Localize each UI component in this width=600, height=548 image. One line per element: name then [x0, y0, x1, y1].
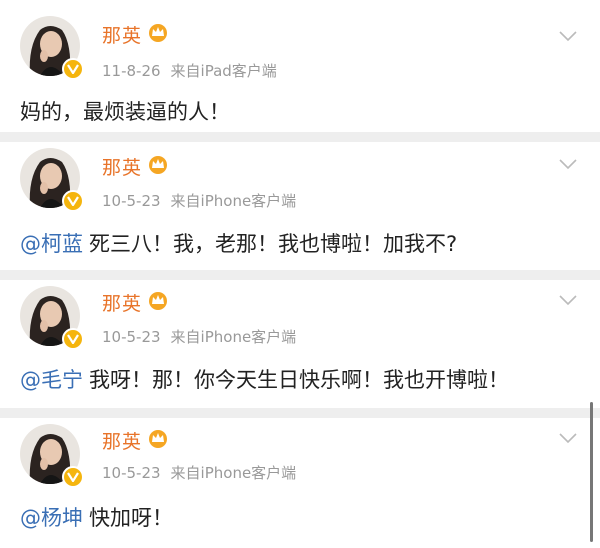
verified-v-icon [62, 328, 84, 350]
post-text: 死三八！我，老那！我也博啦！加我不? [89, 232, 458, 256]
post-source: 来自iPhone客户端 [170, 192, 297, 210]
post-date: 10-5-23 [102, 328, 161, 346]
crown-icon [146, 22, 170, 46]
mention-link[interactable]: @杨坤 [20, 506, 83, 530]
post-content: @杨坤 快加呀！ [20, 502, 173, 532]
mention-link[interactable]: @柯蓝 [20, 232, 83, 256]
crown-icon [146, 290, 170, 314]
post-source: 来自iPad客户端 [170, 62, 277, 80]
post-content: @毛宁 我呀！那！你今天生日快乐啊！我也开博啦！ [20, 364, 509, 394]
chevron-down-icon[interactable] [558, 430, 578, 444]
post-date: 11-8-26 [102, 62, 161, 80]
verified-v-icon [62, 466, 84, 488]
post-divider [0, 132, 600, 142]
post-card: 那英 11-8-26 来自iPad客户端 妈的，最烦装逼的人！ [0, 0, 600, 132]
mention-link[interactable]: @毛宁 [20, 368, 83, 392]
post-text: 妈的，最烦装逼的人！ [20, 100, 230, 124]
crown-icon [146, 428, 170, 452]
post-source: 来自iPhone客户端 [170, 328, 297, 346]
chevron-down-icon[interactable] [558, 292, 578, 306]
username[interactable]: 那英 [102, 21, 142, 48]
post-source: 来自iPhone客户端 [170, 464, 297, 482]
post-text: 我呀！那！你今天生日快乐啊！我也开博啦！ [89, 368, 509, 392]
chevron-down-icon[interactable] [558, 156, 578, 170]
post-card: 那英 10-5-23 来自iPhone客户端 @柯蓝 死三八！我，老那！我也博啦！加… [0, 142, 600, 270]
post-content: @柯蓝 死三八！我，老那！我也博啦！加我不? [20, 228, 457, 258]
crown-icon [146, 154, 170, 178]
post-date: 10-5-23 [102, 192, 161, 210]
chevron-down-icon[interactable] [558, 28, 578, 42]
post-text: 快加呀！ [89, 506, 173, 530]
post-date: 10-5-23 [102, 464, 161, 482]
username[interactable]: 那英 [102, 153, 142, 180]
verified-v-icon [62, 58, 84, 80]
post-card: 那英 10-5-23 来自iPhone客户端 @毛宁 我呀！那！你今天生日快乐啊！我… [0, 280, 600, 408]
post-card: 那英 10-5-23 来自iPhone客户端 @杨坤 快加呀！ [0, 418, 600, 548]
post-content: 妈的，最烦装逼的人！ [20, 96, 230, 126]
post-divider [0, 270, 600, 280]
verified-v-icon [62, 190, 84, 212]
username[interactable]: 那英 [102, 289, 142, 316]
post-divider [0, 408, 600, 418]
scrollbar[interactable] [590, 402, 593, 542]
username[interactable]: 那英 [102, 427, 142, 454]
